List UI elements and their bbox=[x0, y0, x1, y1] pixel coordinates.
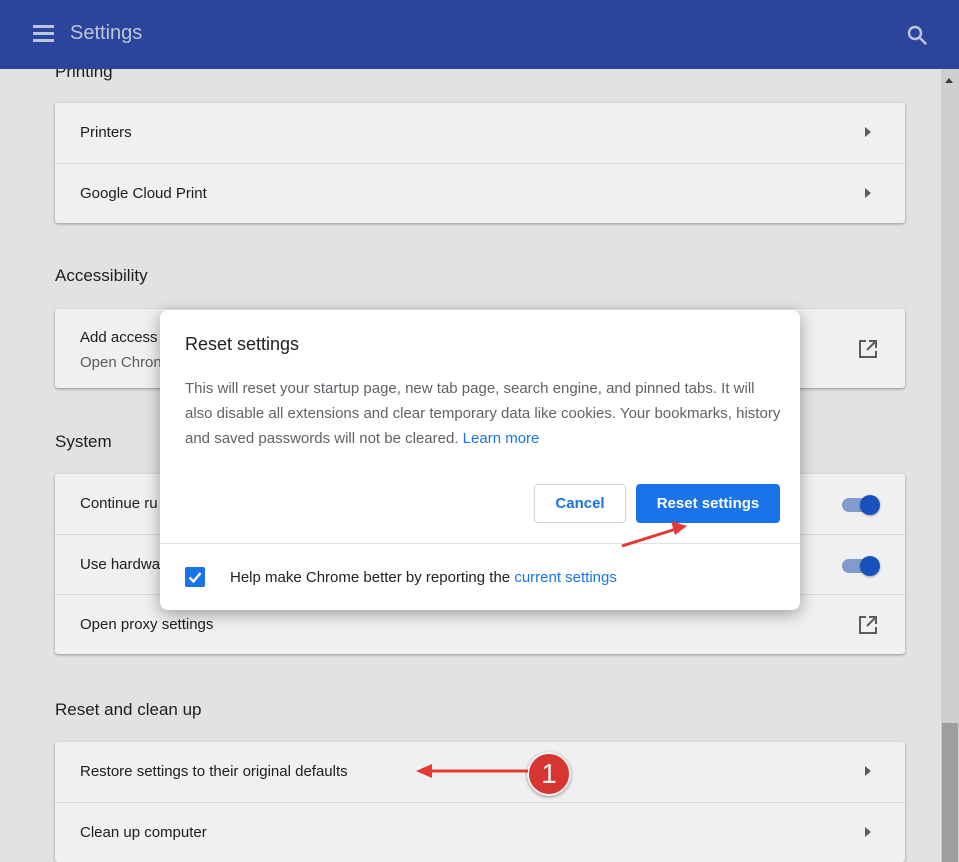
report-settings-label: Help make Chrome better by reporting the… bbox=[230, 569, 617, 586]
learn-more-link[interactable]: Learn more bbox=[463, 430, 540, 447]
report-settings-checkbox[interactable] bbox=[185, 567, 205, 587]
reset-settings-button[interactable]: Reset settings bbox=[636, 484, 780, 523]
current-settings-link[interactable]: current settings bbox=[514, 569, 617, 586]
report-settings-text: Help make Chrome better by reporting the bbox=[230, 569, 511, 586]
dialog-divider bbox=[160, 543, 800, 544]
checkmark-icon bbox=[188, 572, 202, 584]
reset-settings-dialog: Reset settings This will reset your star… bbox=[160, 310, 800, 610]
dialog-body: This will reset your startup page, new t… bbox=[185, 376, 785, 451]
dialog-title: Reset settings bbox=[185, 334, 300, 354]
cancel-button[interactable]: Cancel bbox=[534, 484, 626, 523]
